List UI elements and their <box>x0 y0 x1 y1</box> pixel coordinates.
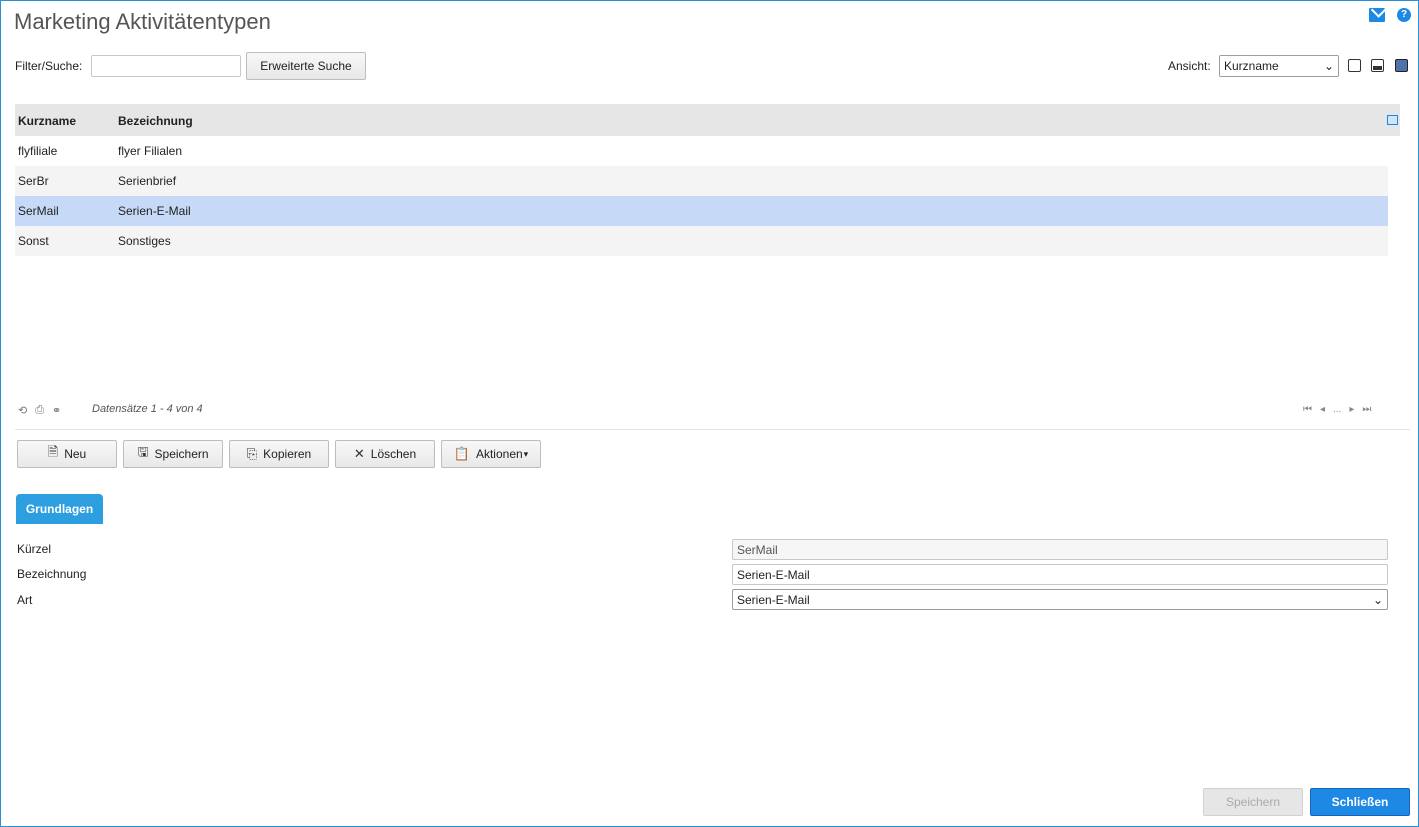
view-full-button[interactable] <box>1395 59 1408 72</box>
cell-kurzname: SerBr <box>18 174 49 188</box>
delete-button[interactable]: ✕ Löschen <box>335 440 435 468</box>
new-button-label: Neu <box>64 447 87 461</box>
close-button[interactable]: Schließen <box>1310 788 1410 816</box>
copy-button-label: Kopieren <box>263 447 312 461</box>
copy-icon: ⎘ <box>246 446 258 461</box>
column-header-kurzname[interactable]: Kurzname <box>18 114 76 128</box>
table-header: Kurzname Bezeichnung <box>15 104 1400 136</box>
actions-button-label: Aktionen <box>475 447 523 461</box>
table-row[interactable]: SerBr Serienbrief <box>15 166 1388 196</box>
new-button[interactable]: 🗎 Neu <box>17 440 117 468</box>
caret-down-icon: ▾ <box>523 448 529 459</box>
view-split-button[interactable] <box>1371 59 1384 72</box>
cell-bezeichnung: Serien-E-Mail <box>118 204 191 218</box>
record-count: Datensätze 1 - 4 von 4 <box>92 403 203 415</box>
cell-bezeichnung: Serienbrief <box>118 174 177 188</box>
refresh-icon[interactable]: ⟲ <box>18 404 27 417</box>
bezeichnung-label: Bezeichnung <box>17 567 87 581</box>
chevron-down-icon: ⌄ <box>1323 59 1334 73</box>
art-select[interactable]: Serien-E-Mail ⌄ <box>732 589 1388 610</box>
kuerzel-field: SerMail <box>732 539 1388 560</box>
view-label: Ansicht: <box>1168 59 1211 73</box>
view-select[interactable]: Kurzname ⌄ <box>1219 55 1339 77</box>
art-label: Art <box>17 593 33 607</box>
table-footer-icons: ⟲ ⎙ ⚭ <box>18 404 61 417</box>
clipboard-icon: 📋 <box>453 446 470 461</box>
close-icon: ✕ <box>353 446 365 461</box>
document-icon: 🗎 <box>47 444 59 459</box>
floppy-icon: 🖫 <box>137 444 149 459</box>
kuerzel-label: Kürzel <box>17 542 52 556</box>
filter-input[interactable] <box>91 55 241 77</box>
cell-kurzname: Sonst <box>18 234 49 248</box>
art-select-value: Serien-E-Mail <box>737 592 810 607</box>
advanced-search-button[interactable]: Erweiterte Suche <box>246 52 366 80</box>
cell-kurzname: flyfiliale <box>18 144 58 158</box>
chevron-down-icon: ⌄ <box>1372 592 1383 607</box>
save-button-label: Speichern <box>154 447 209 461</box>
footer-save-button[interactable]: Speichern <box>1203 788 1303 816</box>
prev-page-icon[interactable]: ◂ <box>1320 404 1325 415</box>
copy-button[interactable]: ⎘ Kopieren <box>229 440 329 468</box>
cell-bezeichnung: Sonstiges <box>118 234 171 248</box>
actions-button[interactable]: 📋 Aktionen ▾ <box>441 440 541 468</box>
divider <box>15 429 1410 430</box>
last-page-icon[interactable]: ⏭ <box>1362 404 1371 415</box>
cell-bezeichnung: flyer Filialen <box>118 144 183 158</box>
table-row[interactable]: flyfiliale flyer Filialen <box>15 136 1388 166</box>
top-icons: ? <box>1369 8 1411 22</box>
group-icon[interactable]: ⚭ <box>52 404 61 417</box>
mail-icon[interactable] <box>1369 8 1385 22</box>
page-title: Marketing Aktivitätentypen <box>14 9 271 34</box>
tab-grundlagen[interactable]: Grundlagen <box>16 494 103 524</box>
filter-label: Filter/Suche: <box>15 59 83 73</box>
pager-ellipsis: ... <box>1333 404 1342 415</box>
table-row-selected[interactable]: SerMail Serien-E-Mail <box>15 196 1388 226</box>
view-select-value: Kurzname <box>1224 59 1279 73</box>
bezeichnung-field[interactable]: Serien-E-Mail <box>732 564 1388 585</box>
print-icon[interactable]: ⎙ <box>35 404 44 417</box>
pager: ⏮ ◂ ... ▸ ⏭ <box>1303 404 1371 415</box>
delete-button-label: Löschen <box>370 447 417 461</box>
save-button[interactable]: 🖫 Speichern <box>123 440 223 468</box>
first-page-icon[interactable]: ⏮ <box>1303 404 1312 415</box>
column-chooser-icon[interactable] <box>1387 115 1398 125</box>
column-header-bezeichnung[interactable]: Bezeichnung <box>118 114 193 128</box>
view-single-button[interactable] <box>1348 59 1361 72</box>
next-page-icon[interactable]: ▸ <box>1349 404 1354 415</box>
cell-kurzname: SerMail <box>18 204 59 218</box>
help-icon[interactable]: ? <box>1397 8 1411 22</box>
table-row[interactable]: Sonst Sonstiges <box>15 226 1388 256</box>
